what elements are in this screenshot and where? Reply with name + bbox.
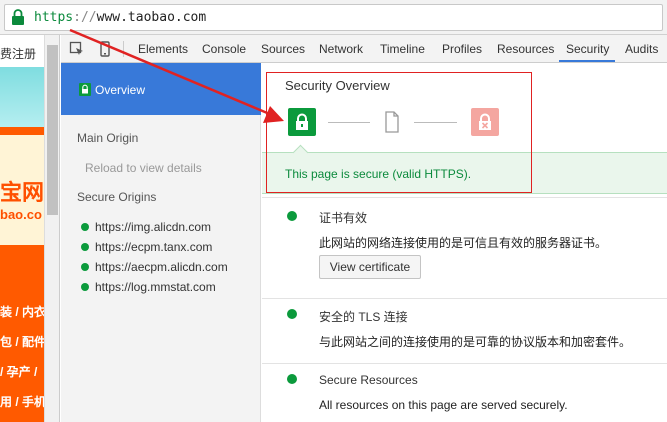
secure-status-dot	[81, 283, 89, 291]
secure-lock-icon	[12, 9, 24, 25]
tab-audits[interactable]: Audits	[625, 42, 658, 56]
tab-sources[interactable]: Sources	[261, 42, 305, 56]
secure-lock-icon	[79, 83, 91, 96]
page-scrollbar[interactable]	[44, 35, 59, 422]
page-banner	[0, 67, 44, 127]
url-host: www.taobao.com	[96, 10, 207, 25]
site-domain-text: bao.co	[0, 207, 42, 222]
section-title: 安全的 TLS 连接	[319, 310, 408, 324]
section-description: All resources on this page are served se…	[319, 398, 568, 412]
toolbar-divider	[123, 41, 124, 57]
tab-profiles[interactable]: Profiles	[442, 42, 482, 56]
url-text[interactable]: https://www.taobao.com	[34, 10, 206, 25]
origin-label: https://img.alicdn.com	[95, 220, 212, 234]
url-box[interactable]: https://www.taobao.com	[4, 4, 663, 31]
sidebar-origin-item[interactable]: https://ecpm.tanx.com	[81, 240, 212, 254]
inspect-element-icon[interactable]	[69, 41, 85, 57]
sidebar-item-label: Overview	[95, 83, 146, 97]
sidebar-origin-item[interactable]: https://aecpm.alicdn.com	[81, 260, 228, 274]
view-certificate-button[interactable]: View certificate	[319, 255, 421, 279]
secure-resources-section: Secure Resources All resources on this p…	[262, 363, 667, 422]
category-link[interactable]: 包 / 配件	[0, 333, 46, 350]
url-scheme: https	[34, 10, 74, 25]
sidebar-item-overview[interactable]: Overview	[61, 63, 261, 115]
web-page-strip: 费注册 宝网 bao.co 装 / 内衣 包 / 配件 / 孕产 / 用 / 手…	[0, 35, 60, 422]
device-mode-icon[interactable]	[97, 41, 113, 57]
section-description: 此网站的网络连接使用的是可信且有效的服务器证书。	[319, 236, 608, 250]
secure-status-dot	[287, 374, 297, 384]
category-link[interactable]: 用 / 手机	[0, 393, 46, 410]
active-tab-indicator	[559, 60, 615, 62]
secure-status-dot	[81, 243, 89, 251]
section-title: Secure Resources	[319, 373, 418, 387]
tab-security[interactable]: Security	[566, 42, 609, 56]
annotation-highlight-box	[266, 72, 532, 193]
certificate-section: 证书有效 此网站的网络连接使用的是可信且有效的服务器证书。	[262, 197, 667, 298]
tab-network[interactable]: Network	[319, 42, 363, 56]
sidebar-origin-item[interactable]: https://img.alicdn.com	[81, 220, 211, 234]
devtools-tabbar: Elements Console Sources Network Timelin…	[61, 35, 667, 63]
tls-connection-section: 安全的 TLS 连接 与此网站之间的连接使用的是可靠的协议版本和加密套件。	[262, 298, 667, 358]
secure-origins-heading: Secure Origins	[77, 190, 157, 204]
origin-label: https://log.mmstat.com	[95, 280, 216, 294]
section-title: 证书有效	[319, 211, 368, 225]
tab-resources[interactable]: Resources	[497, 42, 554, 56]
secure-status-dot	[81, 223, 89, 231]
secure-status-dot	[287, 211, 297, 221]
tab-timeline[interactable]: Timeline	[380, 42, 425, 56]
reload-hint: Reload to view details	[85, 161, 202, 175]
security-main-panel: Security Overview This page is secure (v…	[262, 63, 667, 422]
sidebar-origin-item[interactable]: https://log.mmstat.com	[81, 280, 216, 294]
site-logo-text: 宝网	[0, 180, 45, 205]
url-separator: ://	[73, 10, 97, 25]
security-sidebar: Overview Main Origin Reload to view deta…	[61, 63, 261, 422]
register-link[interactable]: 费注册	[0, 45, 36, 62]
origin-label: https://aecpm.alicdn.com	[95, 260, 228, 274]
origin-label: https://ecpm.tanx.com	[95, 240, 213, 254]
secure-status-dot	[287, 309, 297, 319]
section-description: 与此网站之间的连接使用的是可靠的协议版本和加密套件。	[319, 335, 632, 349]
secure-status-dot	[81, 263, 89, 271]
category-link[interactable]: 装 / 内衣	[0, 303, 46, 320]
category-link[interactable]: / 孕产 /	[0, 363, 37, 380]
browser-address-bar: https://www.taobao.com	[0, 0, 667, 35]
tab-console[interactable]: Console	[202, 42, 246, 56]
page-scroll-thumb[interactable]	[47, 45, 58, 215]
tab-elements[interactable]: Elements	[138, 42, 188, 56]
main-origin-heading: Main Origin	[77, 131, 139, 145]
